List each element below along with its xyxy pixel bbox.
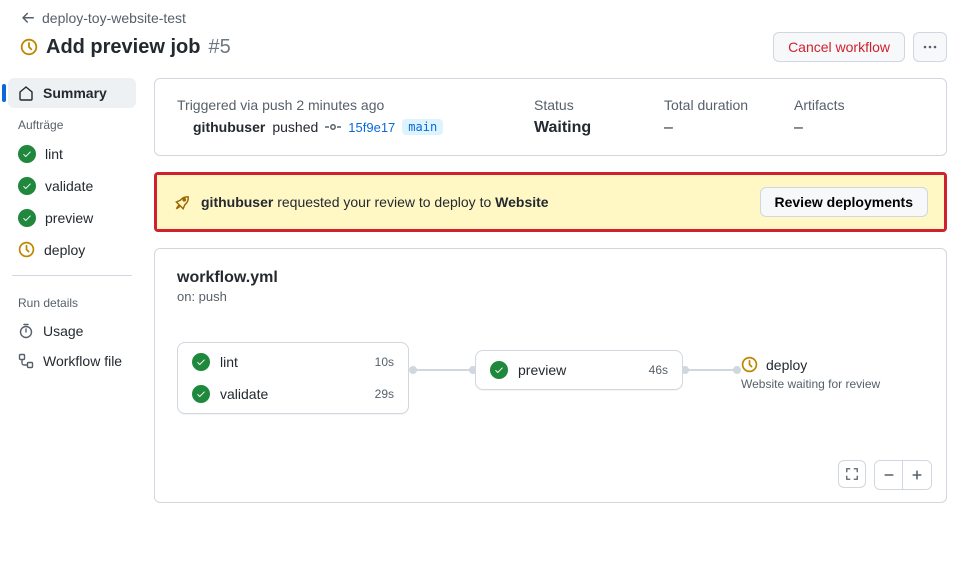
graph-edge — [413, 369, 473, 371]
run-meta-panel: Triggered via push 2 minutes ago githubu… — [154, 78, 947, 156]
sidebar-job-label: deploy — [44, 242, 85, 258]
sidebar-details-heading: Run details — [8, 286, 136, 316]
kebab-icon — [922, 39, 938, 55]
run-number: #5 — [208, 36, 230, 59]
zoom-in-button[interactable] — [903, 461, 931, 489]
node-duration: 29s — [375, 387, 394, 401]
clock-icon — [18, 241, 35, 258]
minus-icon — [882, 468, 896, 482]
sidebar-item-usage[interactable]: Usage — [8, 316, 136, 346]
actor-name[interactable]: githubuser — [193, 119, 265, 135]
sidebar-item-lint[interactable]: lint — [8, 138, 136, 170]
commit-icon — [325, 119, 341, 135]
status-label: Status — [534, 97, 664, 113]
review-text: githubuser requested your review to depl… — [201, 194, 549, 210]
home-icon — [18, 85, 34, 101]
branch-badge[interactable]: main — [402, 119, 443, 135]
sidebar-workflow-file-label: Workflow file — [43, 353, 122, 369]
page-title: Add preview job — [46, 36, 200, 59]
workflow-file-name: workflow.yml — [177, 269, 924, 287]
workflow-icon — [18, 353, 34, 369]
sidebar-item-workflow-file[interactable]: Workflow file — [8, 346, 136, 376]
action-word: pushed — [272, 119, 318, 135]
check-circle-icon — [18, 209, 36, 227]
zoom-out-button[interactable] — [875, 461, 903, 489]
sidebar-item-validate[interactable]: validate — [8, 170, 136, 202]
sidebar-jobs-heading: Aufträge — [8, 108, 136, 138]
node-name: validate — [220, 386, 268, 402]
plus-icon — [910, 468, 924, 482]
check-circle-icon — [18, 177, 36, 195]
arrow-left-icon — [20, 10, 36, 26]
check-circle-icon — [490, 361, 508, 379]
artifacts-value: – — [794, 119, 924, 137]
node-duration: 46s — [649, 363, 668, 377]
kebab-menu-button[interactable] — [913, 32, 947, 62]
graph-node-preview[interactable]: preview 46s — [475, 350, 683, 390]
review-mid: requested your review to deploy to — [277, 194, 491, 210]
sidebar-usage-label: Usage — [43, 323, 83, 339]
graph-node-group[interactable]: lint 10s validate 29s — [177, 342, 409, 414]
divider — [12, 275, 132, 276]
breadcrumb-repo[interactable]: deploy-toy-website-test — [42, 10, 186, 26]
sidebar-item-deploy[interactable]: deploy — [8, 234, 136, 265]
check-circle-icon — [192, 385, 210, 403]
check-circle-icon — [192, 353, 210, 371]
cancel-workflow-button[interactable]: Cancel workflow — [773, 32, 905, 62]
workflow-graph-panel: workflow.yml on: push lint — [154, 248, 947, 503]
sidebar: Summary Aufträge lint validate preview d… — [8, 78, 136, 503]
stopwatch-icon — [18, 323, 34, 339]
review-env: Website — [495, 194, 548, 210]
fullscreen-icon — [845, 467, 859, 481]
node-name: lint — [220, 354, 238, 370]
clock-icon — [741, 356, 758, 373]
breadcrumb[interactable]: deploy-toy-website-test — [20, 10, 947, 26]
review-deployments-button[interactable]: Review deployments — [760, 187, 929, 217]
artifacts-label: Artifacts — [794, 97, 924, 113]
graph-node-deploy[interactable]: deploy Website waiting for review — [741, 356, 880, 391]
sidebar-summary-label: Summary — [43, 85, 107, 101]
fullscreen-button[interactable] — [838, 460, 866, 488]
rocket-icon — [173, 193, 191, 211]
node-subtext: Website waiting for review — [741, 377, 880, 391]
sidebar-job-label: validate — [45, 178, 93, 194]
workflow-trigger: on: push — [177, 289, 924, 304]
node-name: preview — [518, 362, 566, 378]
sidebar-job-label: lint — [45, 146, 63, 162]
check-circle-icon — [18, 145, 36, 163]
status-value: Waiting — [534, 119, 664, 137]
sidebar-item-summary[interactable]: Summary — [8, 78, 136, 108]
sidebar-item-preview[interactable]: preview — [8, 202, 136, 234]
node-duration: 10s — [375, 355, 394, 369]
duration-value: – — [664, 119, 794, 137]
duration-label: Total duration — [664, 97, 794, 113]
review-banner: githubuser requested your review to depl… — [154, 172, 947, 232]
commit-sha[interactable]: 15f9e17 — [348, 120, 395, 135]
review-actor[interactable]: githubuser — [201, 194, 273, 210]
clock-icon — [20, 38, 38, 56]
sidebar-job-label: preview — [45, 210, 93, 226]
trigger-line: Triggered via push 2 minutes ago — [177, 97, 534, 113]
graph-edge — [685, 369, 737, 371]
node-name: deploy — [766, 357, 807, 373]
